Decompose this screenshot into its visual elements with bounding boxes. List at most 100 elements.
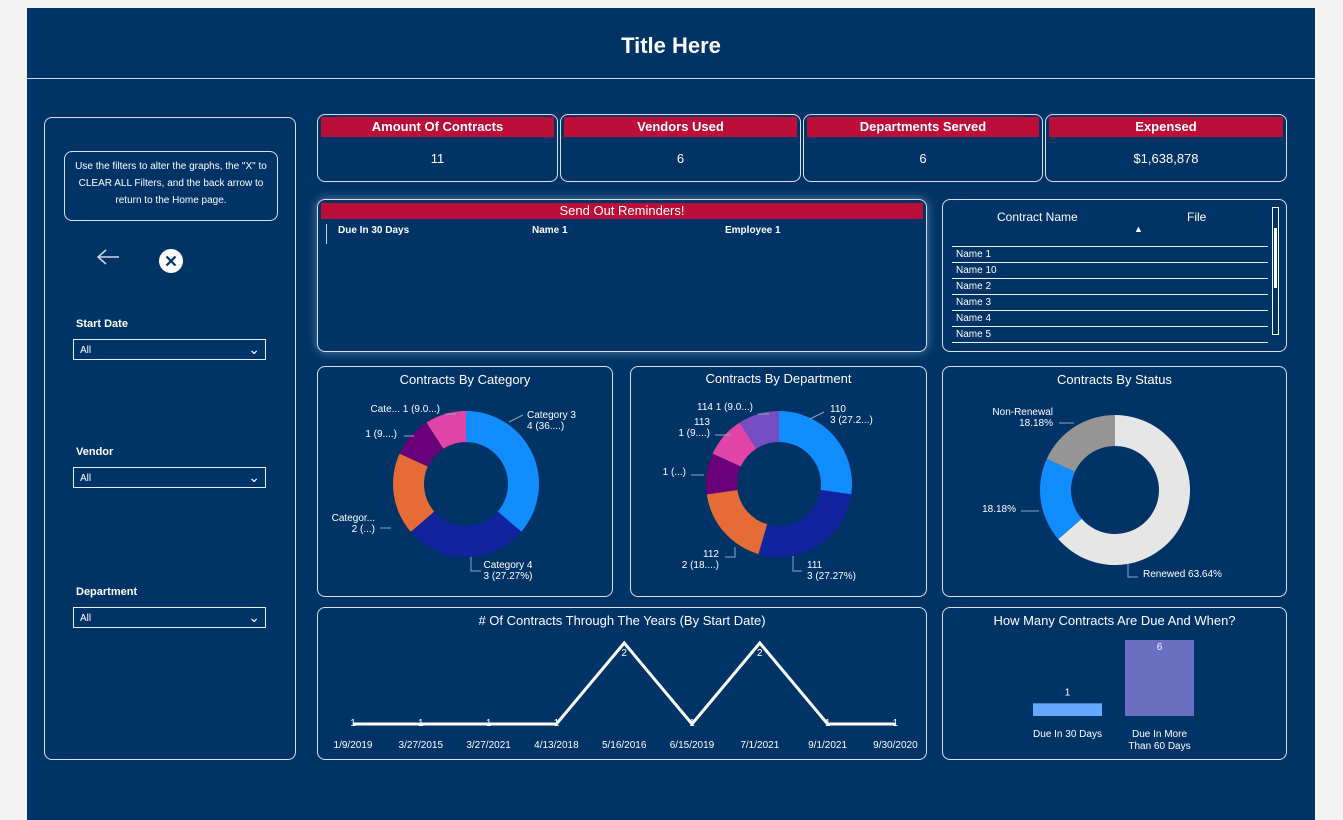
table-row[interactable]: Name 2 — [952, 278, 1268, 294]
department-chart-panel: Contracts By Department 110 3 (27.2...) 11… — [630, 366, 927, 597]
years-line-chart: 1 1 1 1 2 1 2 1 1 1/9/2019 3/27/2015 3/27/2021 4/13/… — [334, 640, 918, 751]
table-row[interactable]: Name 10 — [952, 262, 1268, 278]
chevron-down-icon: ⌄ — [248, 609, 260, 625]
reminder-col-employee: Employee 1 — [725, 225, 781, 236]
slice-label: Category 43 (27.27%) — [484, 560, 533, 582]
filter-sidebar: Use the filters to alter the graphs, the… — [44, 117, 296, 760]
start-date-select[interactable]: All ⌄ — [73, 339, 266, 360]
slice-label: Renewed 63.64% — [1143, 569, 1222, 580]
data-label: 1 — [554, 718, 560, 729]
table-row[interactable]: Name 5 — [952, 326, 1268, 342]
years-chart-panel: # Of Contracts Through The Years (By Sta… — [317, 607, 927, 760]
kpi-value: 11 — [430, 151, 445, 166]
col-contract-name[interactable]: Contract Name — [997, 210, 1078, 224]
category-donut-chart: Category 34 (36....) Category 43 (27.27%)… — [332, 404, 577, 582]
close-icon — [159, 249, 183, 273]
donut-slice[interactable] — [1046, 415, 1115, 472]
leader-line — [470, 557, 481, 572]
kpi-header: Amount Of Contracts — [321, 117, 554, 137]
x-tick-label: 3/27/2021 — [466, 740, 511, 751]
table-row[interactable]: Name 6 — [952, 342, 1268, 346]
data-label: 1 — [825, 718, 831, 729]
x-tick-label: Due In 30 Days — [1033, 729, 1102, 740]
table-row[interactable]: Name 1 — [952, 246, 1268, 262]
slice-label: Category 34 (36....) — [527, 410, 576, 432]
x-tick-label: 1/9/2019 — [334, 740, 373, 751]
reminders-header: Send Out Reminders! — [321, 203, 923, 219]
slice-label: 18.18% — [982, 504, 1016, 515]
data-label: 1 — [350, 718, 356, 729]
leader-line — [508, 414, 524, 423]
start-date-value: All — [80, 345, 92, 356]
slice-label: 112 2 (18....) — [682, 549, 720, 571]
col-file[interactable]: File — [1187, 210, 1206, 224]
kpi-header: Departments Served — [807, 117, 1039, 137]
donut-slice[interactable] — [410, 511, 522, 557]
slice-label: 1 (...) — [663, 467, 686, 478]
page-title: Title Here — [621, 33, 721, 58]
reminders-panel: Send Out Reminders! Due In 30 Days Name … — [317, 199, 927, 352]
leader-line — [1127, 564, 1138, 578]
data-label: 2 — [621, 648, 627, 659]
column-divider — [326, 224, 327, 244]
data-label: 1 — [893, 718, 899, 729]
kpi-value: 6 — [919, 151, 927, 166]
department-label: Department — [76, 586, 138, 598]
bar[interactable] — [1033, 703, 1102, 716]
table-row[interactable]: Name 3 — [952, 294, 1268, 310]
x-tick-label: 9/1/2021 — [808, 740, 847, 751]
vendor-select[interactable]: All ⌄ — [73, 467, 266, 488]
data-label: 1 — [486, 718, 492, 729]
category-chart-panel: Contracts By Category Category 34 (36...… — [317, 366, 613, 597]
filter-instructions: Use the filters to alter the graphs, the… — [64, 151, 278, 221]
kpi-value: $1,638,878 — [1133, 151, 1199, 166]
kpi-expensed: Expensed $1,638,878 — [1045, 114, 1287, 182]
back-arrow-button[interactable] — [95, 248, 121, 271]
vendor-label: Vendor — [76, 446, 114, 458]
donut-slice[interactable] — [706, 489, 768, 555]
x-tick-label: 5/16/2016 — [602, 740, 647, 751]
table-row[interactable]: Name 4 — [952, 310, 1268, 326]
department-select[interactable]: All ⌄ — [73, 607, 266, 628]
leader-line — [809, 411, 825, 420]
start-date-label: Start Date — [76, 318, 128, 330]
slice-label: Categor... 2 (...) — [332, 513, 375, 535]
slice-label: 1 (9....) — [365, 429, 397, 440]
reminder-col-name: Name 1 — [532, 225, 568, 236]
chevron-down-icon: ⌄ — [248, 341, 260, 357]
leader-line — [725, 547, 736, 558]
dashboard-canvas: Title Here Use the filters to alter the … — [27, 8, 1315, 820]
kpi-departments-served: Departments Served 6 — [803, 114, 1043, 182]
vendor-value: All — [80, 473, 92, 484]
status-chart-panel: Contracts By Status Renewed 63.64% 18.18%… — [942, 366, 1287, 597]
kpi-header: Vendors Used — [564, 117, 797, 137]
slice-label: 113 1 (9....) — [678, 417, 710, 439]
bar-value-label: 1 — [1065, 687, 1071, 698]
x-tick-label: 9/30/2020 — [873, 740, 918, 751]
due-chart-panel: How Many Contracts Are Due And When? 16D… — [942, 607, 1287, 760]
slice-label: 110 3 (27.2...) — [830, 404, 873, 426]
x-tick-label: Due In More Than 60 Days — [1128, 729, 1190, 752]
data-label: 2 — [757, 648, 763, 659]
donut-slice[interactable] — [758, 489, 852, 557]
x-tick-label: 6/15/2019 — [670, 740, 715, 751]
slice-label: 111 3 (27.27%) — [807, 560, 856, 582]
table-scrollbar[interactable] — [1272, 207, 1279, 335]
kpi-header: Expensed — [1049, 117, 1283, 137]
due-bar-chart: 1 6 Due In 30 Days Due In More Than 60 Days — [1033, 640, 1194, 752]
kpi-vendors-used: Vendors Used 6 — [560, 114, 801, 182]
data-label: 1 — [689, 718, 695, 729]
slice-label: Non-Renewal 18.18% — [992, 407, 1053, 429]
status-donut-chart: Renewed 63.64% 18.18% Non-Renewal 18.18% — [982, 407, 1222, 580]
slice-label: 114 1 (9.0...) — [697, 402, 753, 413]
x-tick-label: 4/13/2018 — [534, 740, 579, 751]
x-tick-label: 3/27/2015 — [399, 740, 444, 751]
reminder-col-due: Due In 30 Days — [338, 225, 410, 236]
slice-label: Cate... 1 (9.0...) — [371, 404, 440, 415]
scrollbar-thumb[interactable] — [1274, 228, 1277, 288]
data-label: 1 — [418, 718, 424, 729]
back-arrow-icon — [96, 249, 119, 265]
clear-filters-button[interactable] — [158, 248, 184, 279]
chevron-down-icon: ⌄ — [248, 469, 260, 485]
kpi-value: 6 — [676, 151, 685, 166]
